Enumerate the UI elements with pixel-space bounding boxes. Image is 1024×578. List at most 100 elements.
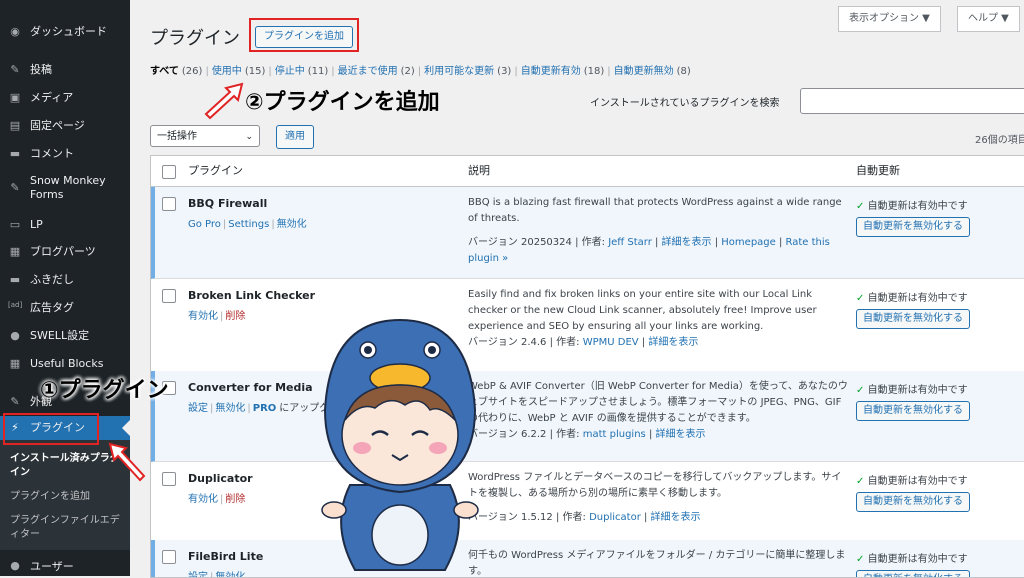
submenu-item-2[interactable]: プラグインファイルエディター — [10, 514, 125, 542]
sidebar-item-label: 広告タグ — [30, 301, 74, 314]
table-row: Broken Link Checker 有効化 | 削除 Easily find and… — [151, 279, 1024, 372]
chevron-down-icon: ⌄ — [245, 132, 253, 142]
sidebar-item-users[interactable]: ● ユーザー — [0, 556, 130, 576]
plugin-meta-link[interactable]: Homepage — [721, 237, 776, 248]
plugin-version: バージョン 20250324 — [468, 237, 572, 248]
plugin-action-link[interactable]: 無効化 — [277, 219, 307, 230]
plugin-meta-link[interactable]: 詳細を表示 — [662, 237, 712, 248]
highlight-plugins-menu — [3, 413, 99, 445]
screen-options-button[interactable]: 表示オプション ▼ — [838, 6, 941, 32]
sidebar-item-4[interactable]: ▬ コメント — [0, 142, 130, 166]
plugin-action-link[interactable]: 有効化 — [188, 311, 218, 322]
filter-count: (18) — [583, 66, 605, 77]
plugin-meta-link[interactable]: 詳細を表示 — [648, 337, 698, 348]
sidebar-item-6[interactable]: ▭ LP — [0, 213, 130, 237]
appearance-icon: ✎ — [10, 395, 20, 408]
row-checkbox[interactable] — [162, 289, 176, 303]
plugins-table: プラグイン 説明 自動更新 BBQ Firewall Go Pro | Setting… — [150, 155, 1024, 578]
select-all-checkbox[interactable] — [162, 165, 176, 179]
sidebar-item-8[interactable]: ▬ ふきだし — [0, 268, 130, 292]
sidebar-item-1[interactable]: ✎ 投稿 — [0, 58, 130, 82]
plugin-action-link[interactable]: 設定 — [188, 403, 208, 414]
check-icon: ✓ — [856, 201, 865, 212]
plugin-author-link[interactable]: WPMU DEV — [583, 337, 639, 348]
plugin-author-link[interactable]: Jeff Starr — [608, 237, 652, 248]
sidebar-item-label: ユーザー — [30, 560, 74, 573]
filter-link-2[interactable]: 停止中 — [275, 66, 305, 77]
plugin-name: Duplicator — [188, 472, 253, 485]
column-plugin: プラグイン — [188, 164, 243, 177]
auto-update-status: ✓ 自動更新は有効中です — [856, 289, 968, 304]
plugin-action-link[interactable]: Go Pro — [188, 219, 221, 230]
plugin-action-link[interactable]: 削除 — [225, 494, 245, 505]
media-icon: ▣ — [9, 91, 21, 104]
dashboard-icon: ◉ — [10, 25, 20, 38]
search-input[interactable] — [800, 88, 1024, 114]
bulk-action-select[interactable]: 一括操作 ⌄ — [150, 125, 260, 147]
plugin-author-link[interactable]: Duplicator — [589, 512, 641, 523]
row-checkbox[interactable] — [162, 197, 176, 211]
plugin-actions: 有効化 | 削除 — [188, 490, 245, 505]
sidebar-item-10[interactable]: ● SWELL設定 — [0, 324, 130, 348]
submenu-item-1[interactable]: プラグインを追加 — [10, 490, 125, 504]
help-button[interactable]: ヘルプ ▼ — [957, 6, 1020, 32]
step1-annotation: ①プラグイン — [40, 378, 169, 403]
auto-update-text: 自動更新は有効中です — [867, 201, 968, 212]
plugin-action-link[interactable]: 設定 — [188, 572, 208, 577]
author-label: 作者: — [556, 429, 580, 440]
auto-update-text: 自動更新は有効中です — [867, 293, 968, 304]
sidebar-item-0[interactable]: ◉ ダッシュボード — [0, 20, 130, 44]
plugin-action-link[interactable]: Settings — [228, 219, 269, 230]
filter-separator: | — [607, 66, 611, 77]
pin-icon: ✎ — [10, 181, 20, 194]
filter-count: (26) — [181, 66, 203, 77]
filter-count: (3) — [497, 66, 512, 77]
sidebar-item-5[interactable]: ✎ Snow Monkey Forms — [0, 170, 130, 206]
sidebar-item-9[interactable]: [ad] 広告タグ — [0, 296, 130, 320]
sidebar-item-label: ふきだし — [30, 273, 74, 286]
sidebar-item-2[interactable]: ▣ メディア — [0, 86, 130, 110]
ad-icon: [ad] — [8, 301, 23, 309]
plugin-action-link[interactable]: 削除 — [225, 311, 245, 322]
row-checkbox[interactable] — [162, 550, 176, 564]
row-checkbox[interactable] — [162, 472, 176, 486]
link-separator: | — [271, 219, 275, 230]
plugin-meta-link[interactable]: 詳細を表示 — [656, 429, 706, 440]
table-row: FileBird Lite 設定 | 無効化 何千もの WordPress メディアファ… — [151, 540, 1024, 577]
filter-link-6[interactable]: 自動更新無効 — [614, 66, 674, 77]
sidebar-item-label: コメント — [30, 147, 74, 160]
plugin-name: Broken Link Checker — [188, 289, 316, 302]
link-separator: | — [220, 494, 224, 505]
filter-link-4[interactable]: 利用可能な更新 — [424, 66, 494, 77]
sidebar-item-7[interactable]: ▦ ブログパーツ — [0, 240, 130, 264]
link-separator: | — [247, 403, 251, 414]
plugin-meta: バージョン 20250324 | 作者: Jeff Starr | 詳細を表示 … — [468, 237, 830, 264]
plugin-action-link[interactable]: PRO — [253, 403, 277, 414]
filter-link-1[interactable]: 使用中 — [212, 66, 242, 77]
swell-icon: ● — [10, 329, 20, 342]
apply-button[interactable]: 適用 — [276, 125, 314, 149]
disable-auto-update-button[interactable]: 自動更新を無効化する — [856, 309, 970, 329]
disable-auto-update-button[interactable]: 自動更新を無効化する — [856, 217, 970, 237]
auto-update-text: 自動更新は有効中です — [867, 554, 968, 565]
disable-auto-update-button[interactable]: 自動更新を無効化する — [856, 401, 970, 421]
auto-update-status: ✓ 自動更新は有効中です — [856, 550, 968, 565]
plugin-author-link[interactable]: matt plugins — [583, 429, 646, 440]
filter-link-0[interactable]: すべて — [150, 66, 179, 77]
filter-count: (11) — [307, 66, 329, 77]
filter-link-3[interactable]: 最近まで使用 — [338, 66, 398, 77]
plugin-meta: バージョン 2.4.6 | 作者: WPMU DEV | 詳細を表示 — [468, 337, 699, 348]
filter-separator: | — [514, 66, 518, 77]
plugin-action-link[interactable]: 無効化 — [215, 572, 245, 577]
item-count: 26個の項目 — [975, 135, 1024, 146]
plugin-action-link[interactable]: 無効化 — [215, 403, 245, 414]
disable-auto-update-button[interactable]: 自動更新を無効化する — [856, 570, 970, 577]
plugin-meta-link[interactable]: 詳細を表示 — [651, 512, 701, 523]
sidebar-item-label: ダッシュボード — [30, 25, 107, 38]
filter-link-5[interactable]: 自動更新有効 — [521, 66, 581, 77]
plugin-action-link[interactable]: 有効化 — [188, 494, 218, 505]
check-icon: ✓ — [856, 554, 865, 565]
pin-icon: ✎ — [10, 63, 20, 76]
sidebar-item-3[interactable]: ▤ 固定ページ — [0, 114, 130, 138]
disable-auto-update-button[interactable]: 自動更新を無効化する — [856, 492, 970, 512]
